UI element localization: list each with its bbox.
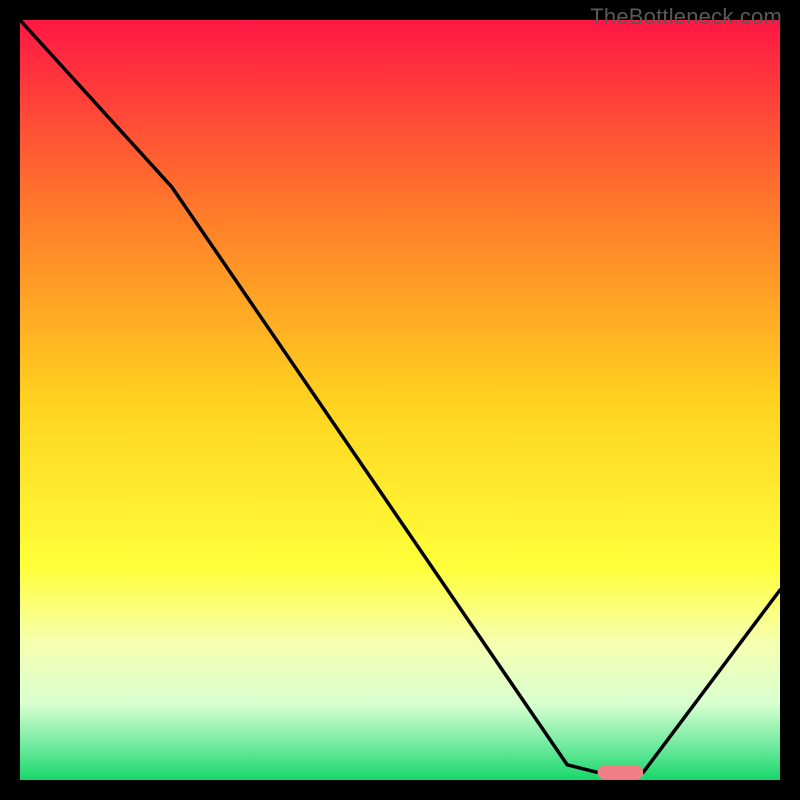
bottleneck-chart [0, 0, 800, 800]
optimal-marker [598, 765, 644, 779]
chart-frame: TheBottleneck.com [0, 0, 800, 800]
watermark-text: TheBottleneck.com [590, 4, 782, 30]
plot-gradient-bg [20, 20, 780, 780]
